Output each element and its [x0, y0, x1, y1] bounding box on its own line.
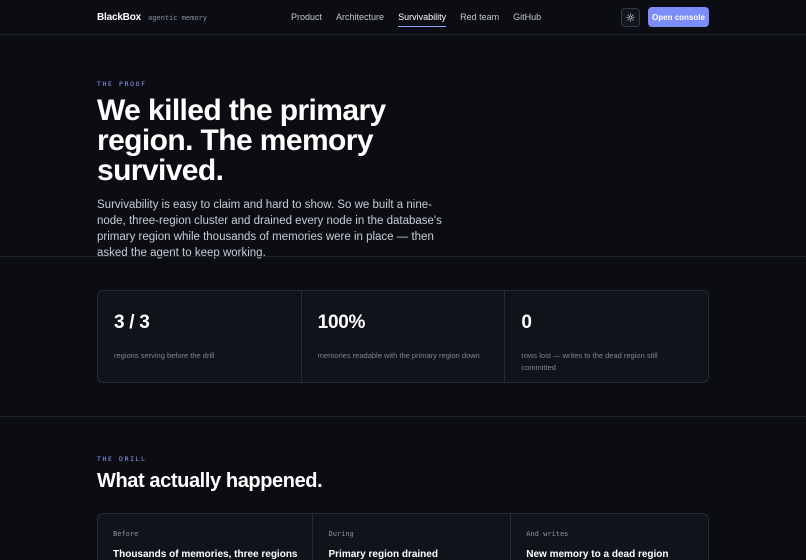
- stat-value: 100%: [317, 312, 366, 333]
- step-tag: Before: [113, 530, 139, 538]
- top-nav: BlackBox agentic memory Product Architec…: [0, 0, 806, 35]
- nav-link-survivability[interactable]: Survivability: [398, 12, 447, 27]
- brand[interactable]: BlackBox agentic memory: [97, 12, 207, 23]
- drill-eyebrow: THE DRILL: [97, 455, 147, 463]
- theme-toggle-button[interactable]: [621, 8, 640, 27]
- nav-links: Product Architecture Survivability Red t…: [291, 12, 541, 27]
- brand-name: BlackBox: [97, 12, 141, 23]
- section-divider: [0, 256, 806, 257]
- nav-link-architecture[interactable]: Architecture: [336, 12, 384, 22]
- step-title: Thousands of memories, three regions: [113, 549, 298, 560]
- stat-label: rows lost — writes to the dead region st…: [521, 351, 658, 372]
- drill-step-card: Before Thousands of memories, three regi…: [98, 514, 314, 560]
- stat-value: 0: [521, 312, 532, 333]
- stats-grid: 3 / 3 regions serving before the drill 1…: [97, 290, 709, 383]
- brand-tagline: agentic memory: [147, 14, 207, 22]
- step-tag: And writes: [526, 530, 569, 538]
- drill-steps: Before Thousands of memories, three regi…: [97, 513, 709, 560]
- stat-label: memories readable with the primary regio…: [317, 351, 480, 360]
- stat-card: 100% memories readable with the primary …: [302, 291, 506, 382]
- open-console-button[interactable]: Open console: [648, 7, 709, 27]
- hero-title: We killed the primary region. The memory…: [97, 94, 386, 187]
- stat-card: 0 rows lost — writes to the dead region …: [505, 291, 708, 382]
- sun-icon: [626, 13, 635, 22]
- hero-eyebrow: THE PROOF: [97, 80, 147, 88]
- nav-link-github[interactable]: GitHub: [513, 12, 541, 22]
- hero-lede: Survivability is easy to claim and hard …: [97, 199, 442, 259]
- step-tag: During: [328, 530, 354, 538]
- step-title: New memory to a dead region: [526, 549, 669, 560]
- drill-step-card: And writes New memory to a dead region: [511, 514, 708, 560]
- drill-title: What actually happened.: [97, 470, 323, 492]
- stat-value: 3 / 3: [114, 312, 150, 333]
- nav-link-red-team[interactable]: Red team: [460, 12, 499, 22]
- stat-label: regions serving before the drill: [114, 351, 215, 360]
- step-title: Primary region drained: [328, 549, 438, 560]
- stat-card: 3 / 3 regions serving before the drill: [98, 291, 302, 382]
- drill-step-card: During Primary region drained: [313, 514, 512, 560]
- nav-link-product[interactable]: Product: [291, 12, 322, 22]
- section-divider: [0, 416, 806, 417]
